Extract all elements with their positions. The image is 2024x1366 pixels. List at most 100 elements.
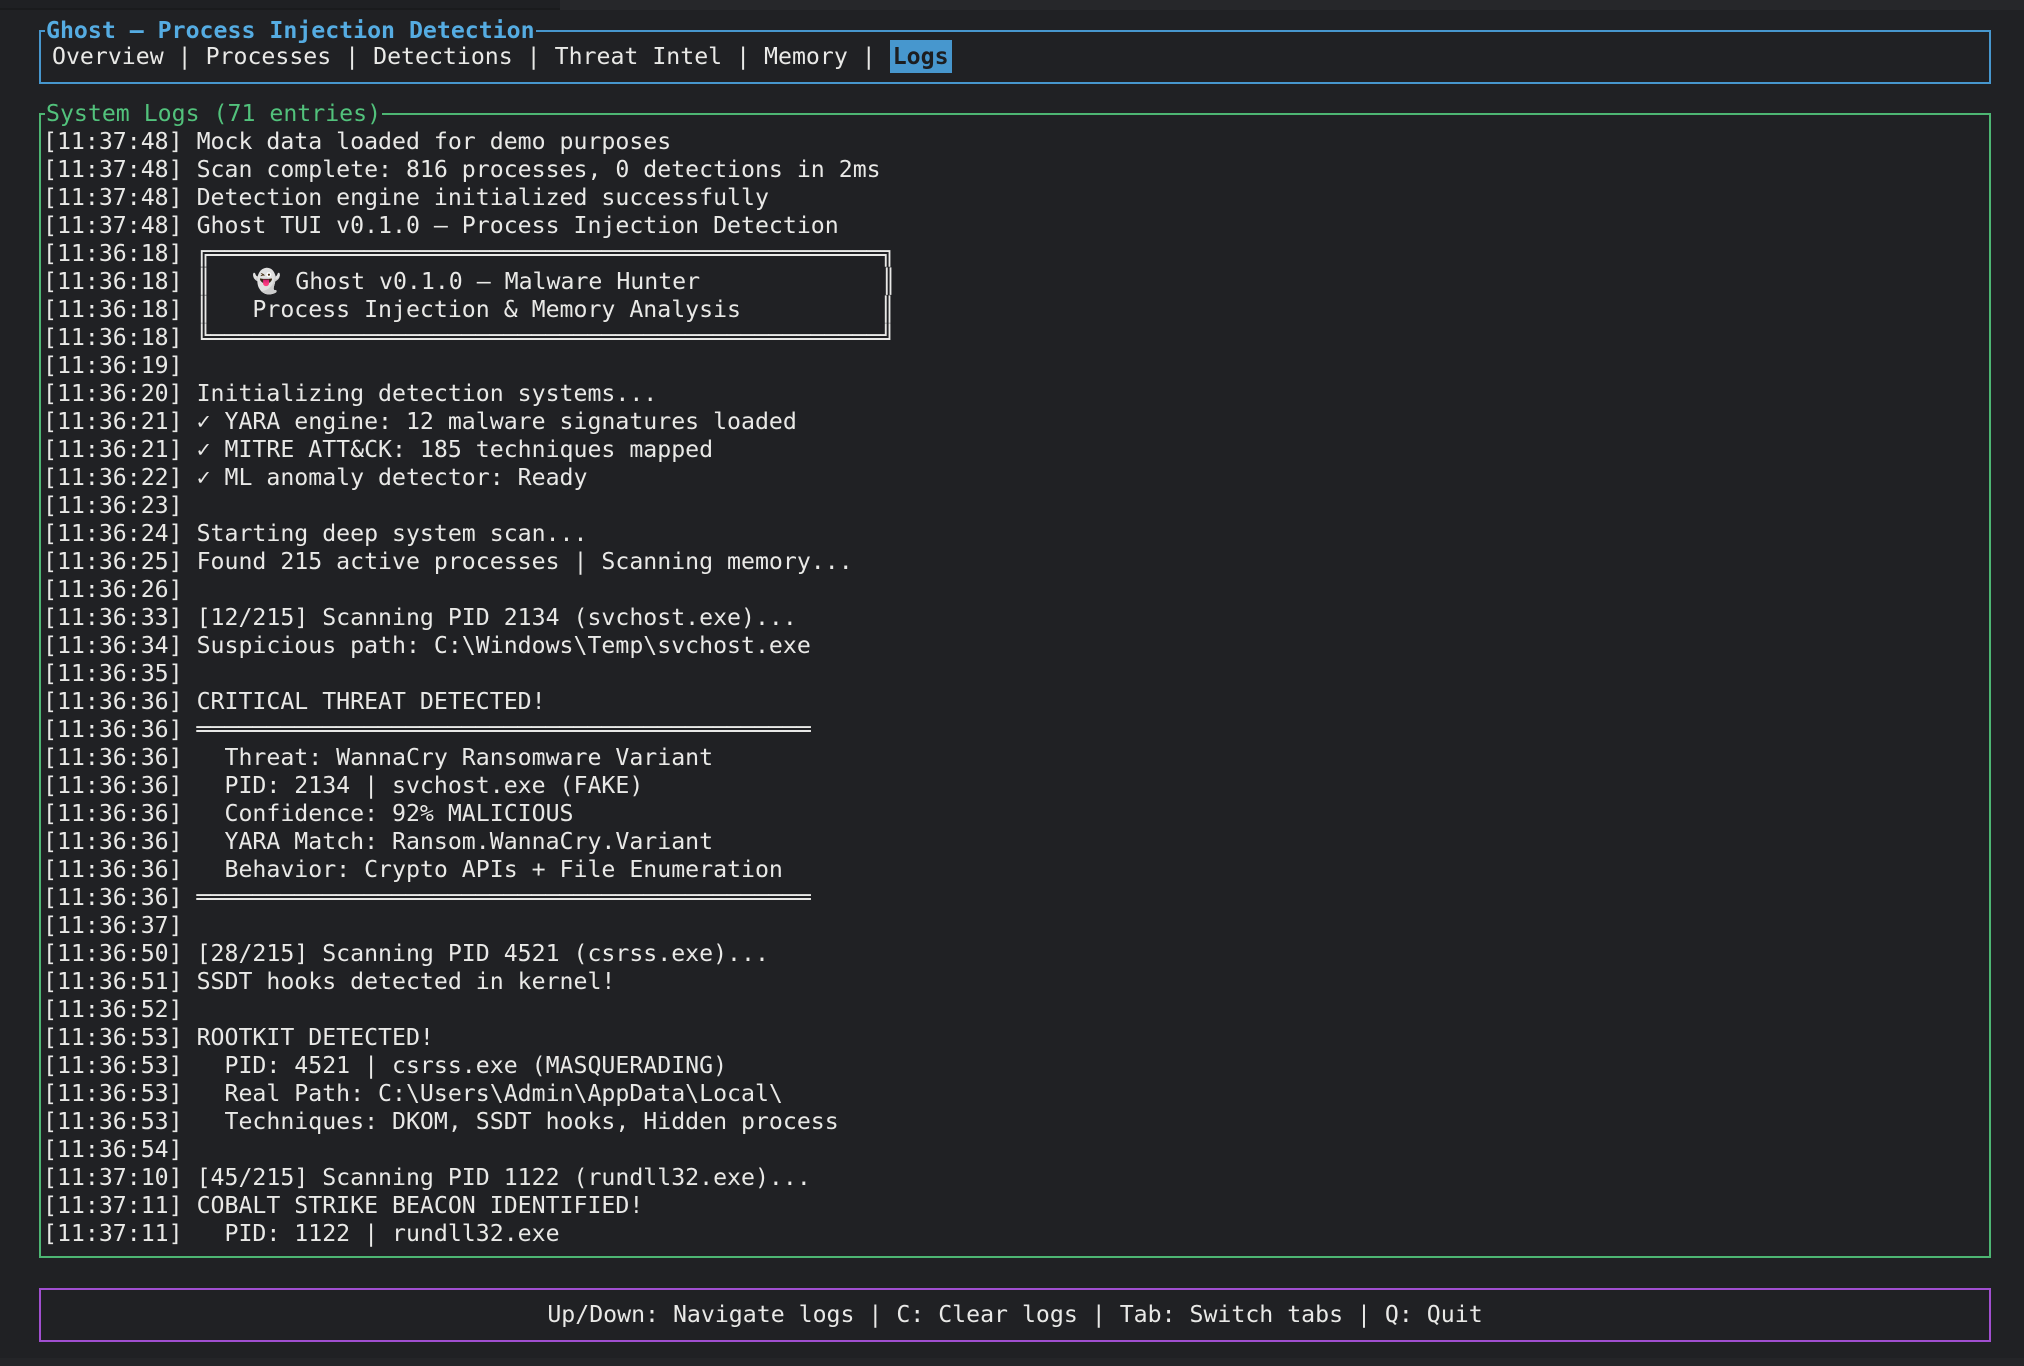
log-timestamp: [11:37:48] bbox=[43, 212, 183, 239]
log-timestamp: [11:36:34] bbox=[43, 632, 183, 659]
log-message: PID: 1122 | rundll32.exe bbox=[183, 1220, 560, 1247]
log-message: Confidence: 92% MALICIOUS bbox=[183, 800, 574, 827]
tab-processes[interactable]: Processes bbox=[206, 43, 332, 70]
log-line: [11:36:18] ║ Process Injection & Memory … bbox=[43, 296, 1989, 324]
log-timestamp: [11:37:11] bbox=[43, 1192, 183, 1219]
log-message: Starting deep system scan... bbox=[183, 520, 588, 547]
log-message: ✓ YARA engine: 12 malware signatures loa… bbox=[183, 408, 797, 435]
log-timestamp: [11:36:23] bbox=[43, 492, 183, 519]
log-message bbox=[183, 1136, 197, 1163]
log-timestamp: [11:36:33] bbox=[43, 604, 183, 631]
log-timestamp: [11:36:21] bbox=[43, 408, 183, 435]
log-timestamp: [11:36:25] bbox=[43, 548, 183, 575]
log-line: [11:37:48] Ghost TUI v0.1.0 — Process In… bbox=[43, 212, 1989, 240]
log-line: [11:36:33] [12/215] Scanning PID 2134 (s… bbox=[43, 604, 1989, 632]
log-message: Threat: WannaCry Ransomware Variant bbox=[183, 744, 713, 771]
log-line: [11:36:36] ═════════════════════════════… bbox=[43, 884, 1989, 912]
log-line: [11:36:19] bbox=[43, 352, 1989, 380]
log-line: [11:36:18] ╚════════════════════════════… bbox=[43, 324, 1989, 352]
log-message: ║ Process Injection & Memory Analysis ║ bbox=[183, 296, 895, 323]
log-line: [11:36:52] bbox=[43, 996, 1989, 1024]
log-line: [11:37:11] COBALT STRIKE BEACON IDENTIFI… bbox=[43, 1192, 1989, 1220]
log-timestamp: [11:36:36] bbox=[43, 800, 183, 827]
log-line: [11:37:48] Mock data loaded for demo pur… bbox=[43, 128, 1989, 156]
log-line: [11:36:36] CRITICAL THREAT DETECTED! bbox=[43, 688, 1989, 716]
tab-memory[interactable]: Memory bbox=[764, 43, 848, 70]
log-timestamp: [11:36:53] bbox=[43, 1108, 183, 1135]
log-timestamp: [11:36:26] bbox=[43, 576, 183, 603]
log-line: [11:36:18] ╔════════════════════════════… bbox=[43, 240, 1989, 268]
tab-bar: Overview | Processes | Detections | Thre… bbox=[41, 32, 1989, 82]
log-message: Found 215 active processes | Scanning me… bbox=[183, 548, 853, 575]
terminal-chrome-bottom bbox=[0, 1358, 2024, 1366]
log-message: Suspicious path: C:\Windows\Temp\svchost… bbox=[183, 632, 811, 659]
log-timestamp: [11:36:20] bbox=[43, 380, 183, 407]
log-timestamp: [11:36:36] bbox=[43, 688, 183, 715]
log-timestamp: [11:36:35] bbox=[43, 660, 183, 687]
log-message bbox=[183, 660, 197, 687]
log-timestamp: [11:36:53] bbox=[43, 1024, 183, 1051]
log-timestamp: [11:36:52] bbox=[43, 996, 183, 1023]
log-timestamp: [11:36:22] bbox=[43, 464, 183, 491]
log-line: [11:36:26] bbox=[43, 576, 1989, 604]
tab-separator: | bbox=[848, 43, 890, 70]
log-message: Behavior: Crypto APIs + File Enumeration bbox=[183, 856, 783, 883]
log-timestamp: [11:36:36] bbox=[43, 856, 183, 883]
log-message bbox=[183, 576, 197, 603]
log-message: [12/215] Scanning PID 2134 (svchost.exe)… bbox=[183, 604, 797, 631]
log-message: YARA Match: Ransom.WannaCry.Variant bbox=[183, 828, 713, 855]
log-line: [11:36:53] Real Path: C:\Users\Admin\App… bbox=[43, 1080, 1989, 1108]
log-timestamp: [11:36:51] bbox=[43, 968, 183, 995]
log-timestamp: [11:36:36] bbox=[43, 716, 183, 743]
terminal-chrome-top-segment bbox=[560, 0, 2024, 10]
log-timestamp: [11:36:37] bbox=[43, 912, 183, 939]
log-line: [11:36:53] ROOTKIT DETECTED! bbox=[43, 1024, 1989, 1052]
log-message: ╔═══════════════════════════════════════… bbox=[183, 240, 895, 267]
log-line: [11:36:21] ✓ MITRE ATT&CK: 185 technique… bbox=[43, 436, 1989, 464]
log-message: ║ 👻 Ghost v0.1.0 — Malware Hunter ║ bbox=[183, 268, 896, 295]
tab-logs[interactable]: Logs bbox=[890, 40, 952, 73]
log-timestamp: [11:36:53] bbox=[43, 1052, 183, 1079]
log-message: SSDT hooks detected in kernel! bbox=[183, 968, 616, 995]
log-message: CRITICAL THREAT DETECTED! bbox=[183, 688, 546, 715]
system-logs-panel: System Logs (71 entries) [11:37:48] Mock… bbox=[39, 113, 1991, 1258]
log-timestamp: [11:36:54] bbox=[43, 1136, 183, 1163]
log-timestamp: [11:37:48] bbox=[43, 156, 183, 183]
log-line: [11:36:24] Starting deep system scan... bbox=[43, 520, 1989, 548]
log-message: Ghost TUI v0.1.0 — Process Injection Det… bbox=[183, 212, 839, 239]
log-line: [11:36:53] PID: 4521 | csrss.exe (MASQUE… bbox=[43, 1052, 1989, 1080]
log-line: [11:37:10] [45/215] Scanning PID 1122 (r… bbox=[43, 1164, 1989, 1192]
log-line: [11:37:11] PID: 1122 | rundll32.exe bbox=[43, 1220, 1989, 1248]
log-message: PID: 4521 | csrss.exe (MASQUERADING) bbox=[183, 1052, 727, 1079]
tab-separator: | bbox=[164, 43, 206, 70]
log-timestamp: [11:37:48] bbox=[43, 128, 183, 155]
log-line: [11:37:48] Detection engine initialized … bbox=[43, 184, 1989, 212]
log-line: [11:36:23] bbox=[43, 492, 1989, 520]
log-line: [11:36:53] Techniques: DKOM, SSDT hooks,… bbox=[43, 1108, 1989, 1136]
log-timestamp: [11:36:50] bbox=[43, 940, 183, 967]
log-message: [45/215] Scanning PID 1122 (rundll32.exe… bbox=[183, 1164, 811, 1191]
log-message: Detection engine initialized successfull… bbox=[183, 184, 769, 211]
log-timestamp: [11:36:18] bbox=[43, 268, 183, 295]
tab-detections[interactable]: Detections bbox=[373, 43, 513, 70]
log-message: ╚═══════════════════════════════════════… bbox=[183, 324, 895, 351]
log-timestamp: [11:36:18] bbox=[43, 296, 183, 323]
log-message bbox=[183, 352, 197, 379]
log-line: [11:36:35] bbox=[43, 660, 1989, 688]
log-line: [11:36:54] bbox=[43, 1136, 1989, 1164]
log-line: [11:36:51] SSDT hooks detected in kernel… bbox=[43, 968, 1989, 996]
log-list[interactable]: [11:37:48] Mock data loaded for demo pur… bbox=[41, 115, 1989, 1256]
log-message: ROOTKIT DETECTED! bbox=[183, 1024, 434, 1051]
status-bar: Up/Down: Navigate logs | C: Clear logs |… bbox=[39, 1288, 1991, 1342]
tab-threat-intel[interactable]: Threat Intel bbox=[555, 43, 723, 70]
log-message: COBALT STRIKE BEACON IDENTIFIED! bbox=[183, 1192, 644, 1219]
log-message: Techniques: DKOM, SSDT hooks, Hidden pro… bbox=[183, 1108, 839, 1135]
log-timestamp: [11:37:10] bbox=[43, 1164, 183, 1191]
log-timestamp: [11:36:36] bbox=[43, 744, 183, 771]
log-line: [11:36:50] [28/215] Scanning PID 4521 (c… bbox=[43, 940, 1989, 968]
tab-overview[interactable]: Overview bbox=[52, 43, 164, 70]
log-line: [11:36:36] Threat: WannaCry Ransomware V… bbox=[43, 744, 1989, 772]
log-timestamp: [11:36:36] bbox=[43, 772, 183, 799]
log-timestamp: [11:36:53] bbox=[43, 1080, 183, 1107]
log-timestamp: [11:36:21] bbox=[43, 436, 183, 463]
